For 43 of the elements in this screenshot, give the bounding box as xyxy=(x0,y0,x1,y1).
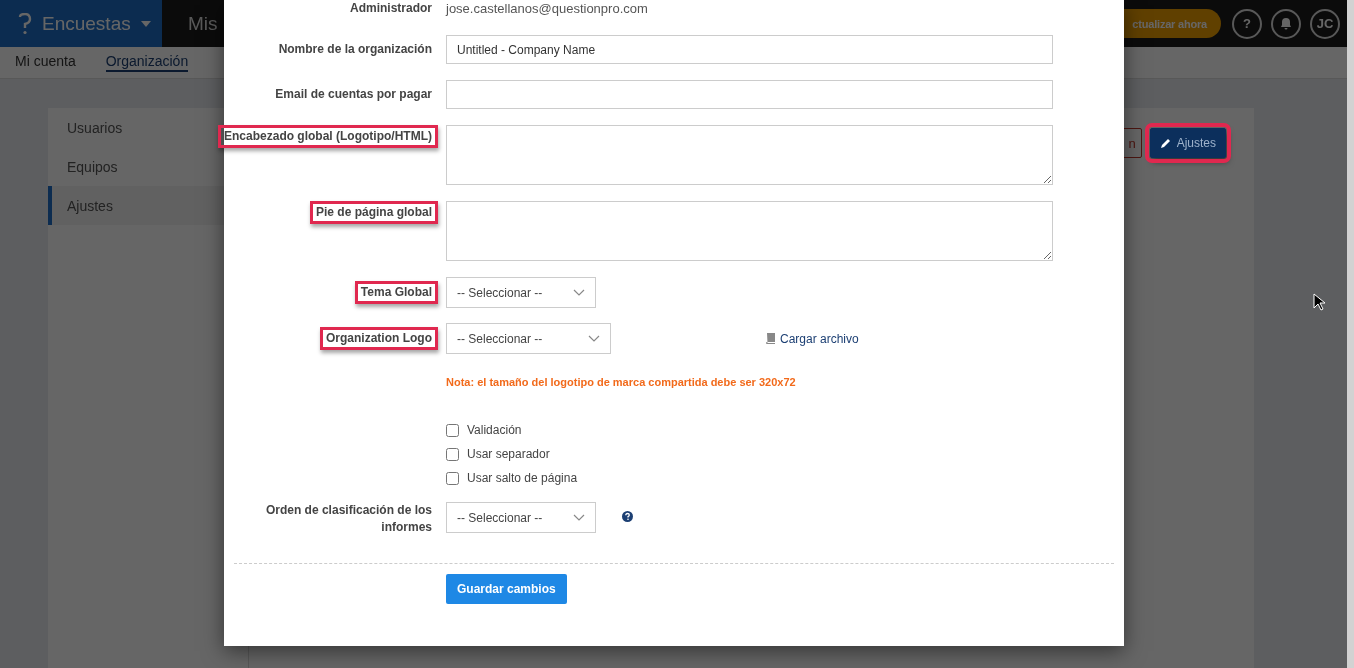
note-text: Nota: el tamaño del logotipo de marca compartida debe ser 320x72 xyxy=(446,376,796,388)
pencil-icon xyxy=(1159,137,1171,149)
caret-icon xyxy=(140,20,151,27)
field-label: Orden de clasificación de los informes xyxy=(264,502,432,536)
book-icon xyxy=(765,333,775,344)
field-label: Encabezado global (Logotipo/HTML) xyxy=(218,125,438,148)
chevron-down-icon xyxy=(573,289,585,296)
product-name: Encuestas xyxy=(42,12,131,35)
field-label: Organization Logo xyxy=(320,327,438,350)
field-label: Nombre de la organización xyxy=(278,41,432,58)
bell-icon xyxy=(1280,17,1292,30)
checkbox[interactable] xyxy=(446,448,459,461)
chevron-down-icon xyxy=(573,514,585,521)
select-dropdown[interactable]: -- Seleccionar -- xyxy=(446,323,611,354)
save-button[interactable]: Guardar cambios xyxy=(446,574,567,604)
field-label: Pie de página global xyxy=(309,201,438,224)
help-button[interactable]: ? xyxy=(1232,8,1262,39)
checkbox-option[interactable]: Validación xyxy=(446,422,522,437)
textarea-field[interactable] xyxy=(446,125,1053,185)
cursor-icon xyxy=(1313,293,1325,311)
section-title[interactable]: Mis xyxy=(188,12,218,35)
field-label: Administrador xyxy=(350,0,432,17)
notifications-button[interactable] xyxy=(1271,8,1301,39)
checkbox-option[interactable]: Usar salto de página xyxy=(446,470,578,485)
select-dropdown[interactable]: -- Seleccionar -- xyxy=(446,277,596,308)
subnav-tab[interactable]: Organización xyxy=(105,53,189,72)
field-label: Tema Global xyxy=(354,281,438,304)
help-icon[interactable] xyxy=(622,511,633,522)
checkbox[interactable] xyxy=(446,472,459,485)
input-field[interactable] xyxy=(446,80,1053,109)
subnav-tab[interactable]: Mi cuenta xyxy=(15,53,76,72)
textarea-field[interactable] xyxy=(446,201,1053,261)
avatar-button[interactable]: JC xyxy=(1310,8,1340,39)
product-menu[interactable]: Encuestas xyxy=(0,0,162,47)
logo-icon xyxy=(18,12,32,35)
input-field[interactable]: Untitled - Company Name xyxy=(446,35,1053,64)
upload-file-link[interactable]: Cargar archivo xyxy=(765,331,859,346)
admin-email: jose.castellanos@questionpro.com xyxy=(446,0,648,17)
chevron-down-icon xyxy=(588,335,600,342)
select-dropdown[interactable]: -- Seleccionar -- xyxy=(446,502,596,533)
checkbox-option[interactable]: Usar separador xyxy=(446,446,550,461)
field-label: Email de cuentas por pagar xyxy=(275,86,432,103)
checkbox[interactable] xyxy=(446,424,459,437)
